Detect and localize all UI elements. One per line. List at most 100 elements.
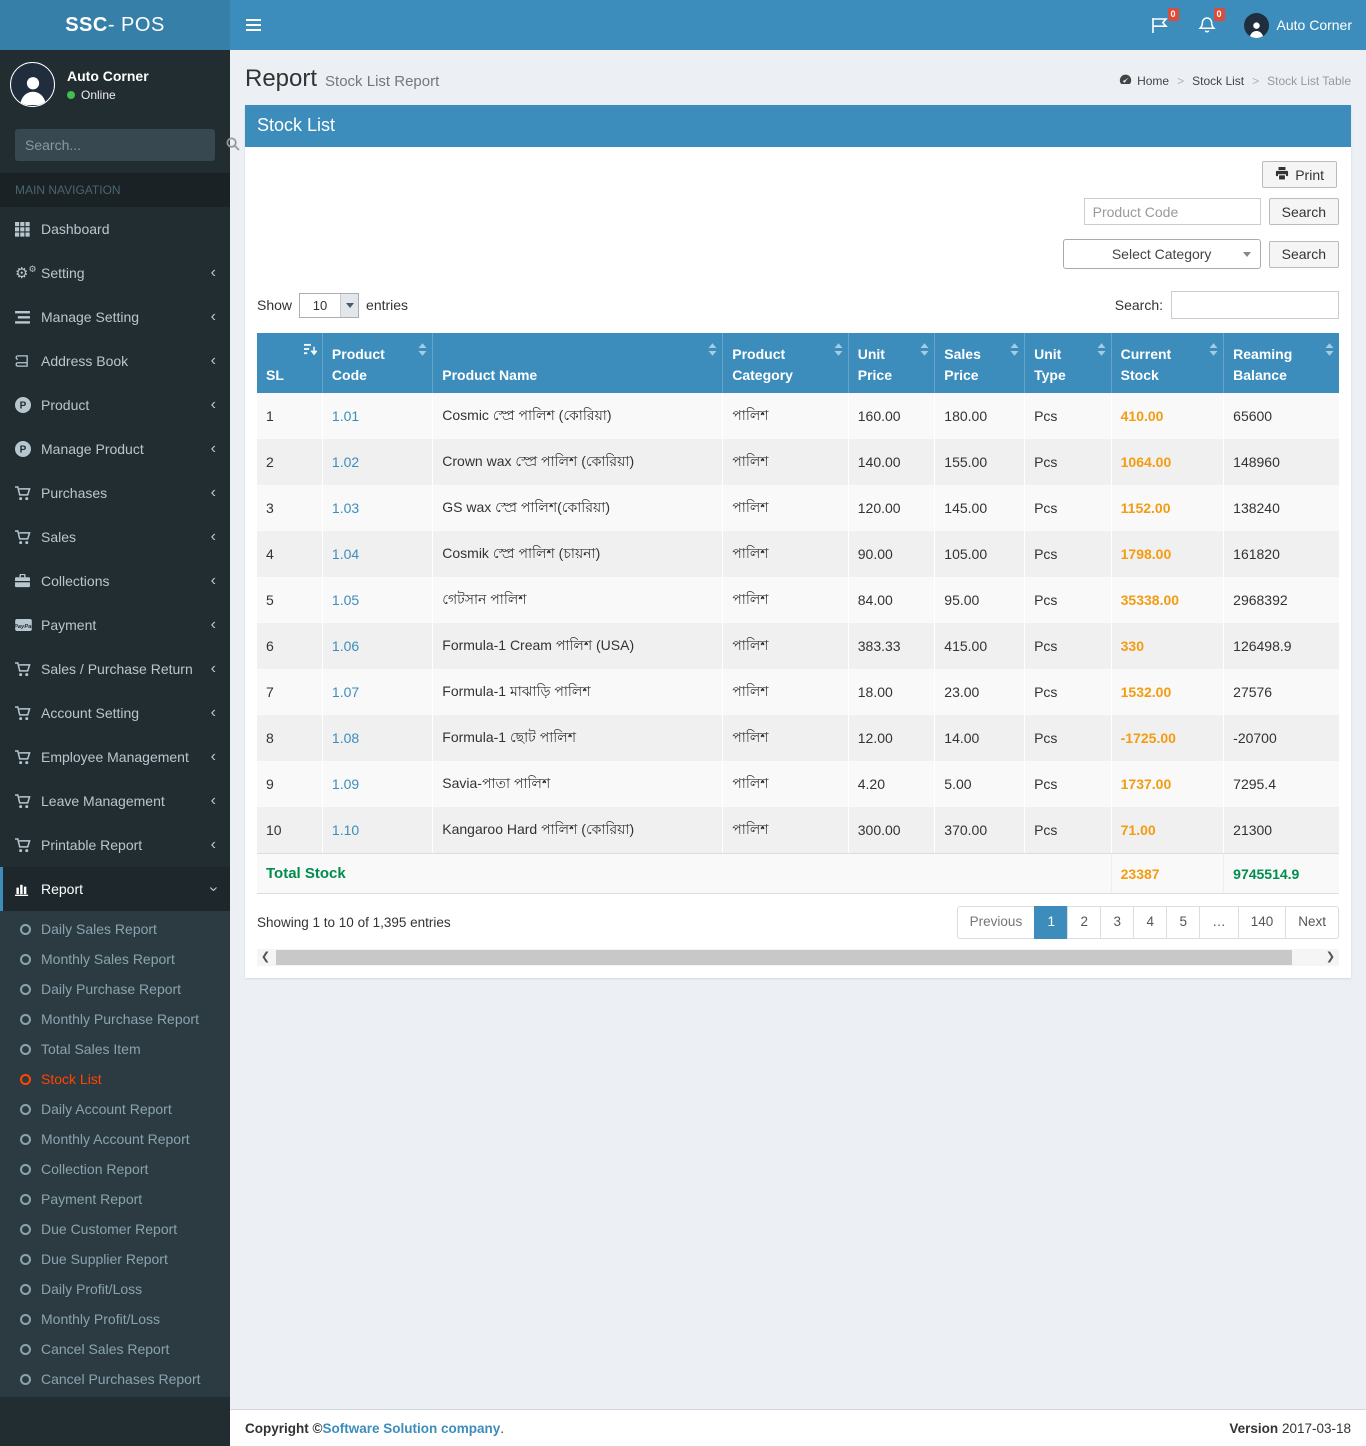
- sidebar-item-employee-management[interactable]: Employee Management ‹: [0, 735, 230, 779]
- sidebar-item-product[interactable]: P Product ‹: [0, 383, 230, 427]
- page-button-1[interactable]: 1: [1034, 906, 1069, 939]
- sidebar-item-setting[interactable]: ⚙⚙ Setting ‹: [0, 251, 230, 295]
- sidebar-item-leave-management[interactable]: Leave Management ‹: [0, 779, 230, 823]
- sidebar-subitem-daily-account-report[interactable]: Daily Account Report: [0, 1094, 230, 1124]
- cell-reaming-balance: 7295.4: [1223, 761, 1339, 807]
- product-code-link[interactable]: 1.08: [332, 730, 359, 746]
- column-header-current-stock[interactable]: Current Stock: [1110, 333, 1224, 393]
- sidebar-subitem-daily-profit-loss[interactable]: Daily Profit/Loss: [0, 1274, 230, 1304]
- scroll-right-icon[interactable]: ❯: [1322, 949, 1339, 966]
- cell-sl: 3: [257, 485, 322, 531]
- scrollbar-thumb[interactable]: [276, 949, 1292, 965]
- sidebar-subitem-stock-list[interactable]: Stock List: [0, 1064, 230, 1094]
- column-header-reaming-balance[interactable]: Reaming Balance: [1223, 333, 1339, 393]
- column-header-sales-price[interactable]: Sales Price: [934, 333, 1025, 393]
- sidebar-subitem-due-customer-report[interactable]: Due Customer Report: [0, 1214, 230, 1244]
- horizontal-scrollbar[interactable]: ❮ ❯: [257, 948, 1339, 966]
- scroll-left-icon[interactable]: ❮: [257, 949, 274, 966]
- page-button-5[interactable]: 5: [1166, 906, 1201, 939]
- sidebar-subitem-due-supplier-report[interactable]: Due Supplier Report: [0, 1244, 230, 1274]
- sidebar-subitem-monthly-account-report[interactable]: Monthly Account Report: [0, 1124, 230, 1154]
- product-code-link[interactable]: 1.02: [332, 454, 359, 470]
- cell-product-category: পালিশ: [722, 669, 848, 715]
- product-code-link[interactable]: 1.06: [332, 638, 359, 654]
- breadcrumb-home[interactable]: Home: [1119, 73, 1169, 89]
- column-header-unit-type[interactable]: Unit Type: [1024, 333, 1111, 393]
- sidebar-subitem-collection-report[interactable]: Collection Report: [0, 1154, 230, 1184]
- sidebar-item-sales[interactable]: Sales ‹: [0, 515, 230, 559]
- sidebar-subitem-cancel-sales-report[interactable]: Cancel Sales Report: [0, 1334, 230, 1364]
- product-code-link[interactable]: 1.01: [332, 408, 359, 424]
- cell-sales-price: 105.00: [934, 531, 1025, 577]
- sidebar-user-status[interactable]: Online: [67, 88, 149, 102]
- sidebar-user-avatar: [10, 62, 55, 107]
- page-button-2[interactable]: 2: [1067, 906, 1102, 939]
- user-menu-button[interactable]: Auto Corner: [1230, 0, 1366, 50]
- sidebar-item-collections[interactable]: Collections ‹: [0, 559, 230, 603]
- sidebar-subitem-payment-report[interactable]: Payment Report: [0, 1184, 230, 1214]
- table-row: 1 1.01 Cosmic স্প্রে পালিশ (কোরিয়া) পালিশ 1…: [257, 393, 1339, 439]
- sidebar-subitem-monthly-profit-loss[interactable]: Monthly Profit/Loss: [0, 1304, 230, 1334]
- product-code-link[interactable]: 1.07: [332, 684, 359, 700]
- sidebar-subitem-monthly-sales-report[interactable]: Monthly Sales Report: [0, 944, 230, 974]
- sidebar-item-payment[interactable]: PayPal Payment ‹: [0, 603, 230, 647]
- sidebar-item-purchases[interactable]: Purchases ‹: [0, 471, 230, 515]
- svg-text:PayPal: PayPal: [15, 624, 32, 630]
- product-code-search-button[interactable]: Search: [1268, 198, 1339, 225]
- notifications-button[interactable]: 0: [1184, 0, 1230, 50]
- breadcrumb-stock-list[interactable]: Stock List: [1192, 74, 1244, 88]
- page-button-[interactable]: …: [1199, 906, 1239, 939]
- company-link[interactable]: Software Solution company: [322, 1421, 500, 1436]
- page-button-previous[interactable]: Previous: [956, 906, 1036, 939]
- sidebar-item-manage-setting[interactable]: Manage Setting ‹: [0, 295, 230, 339]
- category-search-button[interactable]: Search: [1268, 240, 1339, 268]
- sidebar-toggle-button[interactable]: [230, 0, 276, 50]
- product-code-link[interactable]: 1.04: [332, 546, 359, 562]
- product-code-link[interactable]: 1.05: [332, 592, 359, 608]
- sidebar-item-address-book[interactable]: Address Book ‹: [0, 339, 230, 383]
- cell-product-code: 1.10: [321, 807, 433, 853]
- column-header-product-code[interactable]: Product Code: [321, 333, 433, 393]
- page-button-140[interactable]: 140: [1237, 906, 1287, 939]
- brand-logo[interactable]: SSC - POS: [0, 0, 230, 50]
- page-button-3[interactable]: 3: [1100, 906, 1135, 939]
- product-code-search-row: Search: [257, 198, 1339, 225]
- page-button-4[interactable]: 4: [1133, 906, 1168, 939]
- sidebar-item-dashboard[interactable]: Dashboard: [0, 207, 230, 251]
- sidebar-item-report[interactable]: Report ‹: [0, 867, 230, 911]
- sidebar-item-label: Report: [41, 881, 84, 897]
- sidebar-subitem-cancel-purchases-report[interactable]: Cancel Purchases Report: [0, 1364, 230, 1394]
- chevron-left-icon: ‹: [210, 660, 216, 677]
- product-code-input[interactable]: [1083, 198, 1261, 225]
- product-code-link[interactable]: 1.10: [332, 822, 359, 838]
- page-button-next[interactable]: Next: [1285, 906, 1339, 939]
- sidebar-subitem-daily-purchase-report[interactable]: Daily Purchase Report: [0, 974, 230, 1004]
- print-button[interactable]: Print: [1262, 161, 1337, 188]
- product-code-link[interactable]: 1.09: [332, 776, 359, 792]
- flag-menu-button[interactable]: 0: [1137, 0, 1184, 50]
- table-row: 6 1.06 Formula-1 Cream পালিশ (USA) পালিশ 383…: [257, 623, 1339, 669]
- sidebar-item-account-setting[interactable]: Account Setting ‹: [0, 691, 230, 735]
- sidebar-subitem-total-sales-item[interactable]: Total Sales Item: [0, 1034, 230, 1064]
- cell-sl: 9: [257, 761, 322, 807]
- cell-reaming-balance: 2968392: [1223, 577, 1339, 623]
- column-header-product-category[interactable]: Product Category: [722, 333, 848, 393]
- column-header-sl[interactable]: SL: [257, 333, 322, 393]
- column-header-product-name[interactable]: Product Name: [432, 333, 723, 393]
- sidebar-subitem-monthly-purchase-report[interactable]: Monthly Purchase Report: [0, 1004, 230, 1034]
- sidebar-item-printable-report[interactable]: Printable Report ‹: [0, 823, 230, 867]
- cell-unit-type: Pcs: [1024, 393, 1111, 439]
- sidebar-search-input[interactable]: [15, 129, 216, 161]
- category-select[interactable]: Select Category: [1062, 239, 1261, 269]
- submenu-label: Daily Purchase Report: [41, 981, 182, 997]
- sidebar-item-manage-product[interactable]: P Manage Product ‹: [0, 427, 230, 471]
- sidebar-item-sales-purchase-return[interactable]: Sales / Purchase Return ‹: [0, 647, 230, 691]
- page-length-select[interactable]: 10: [299, 292, 360, 318]
- sidebar-search-button[interactable]: [216, 129, 250, 161]
- scrollbar-track[interactable]: [274, 949, 1322, 966]
- total-stock-label: Total Stock: [257, 853, 1111, 894]
- sidebar-subitem-daily-sales-report[interactable]: Daily Sales Report: [0, 914, 230, 944]
- table-search-input[interactable]: [1171, 291, 1339, 319]
- column-header-unit-price[interactable]: Unit Price: [847, 333, 935, 393]
- product-code-link[interactable]: 1.03: [332, 500, 359, 516]
